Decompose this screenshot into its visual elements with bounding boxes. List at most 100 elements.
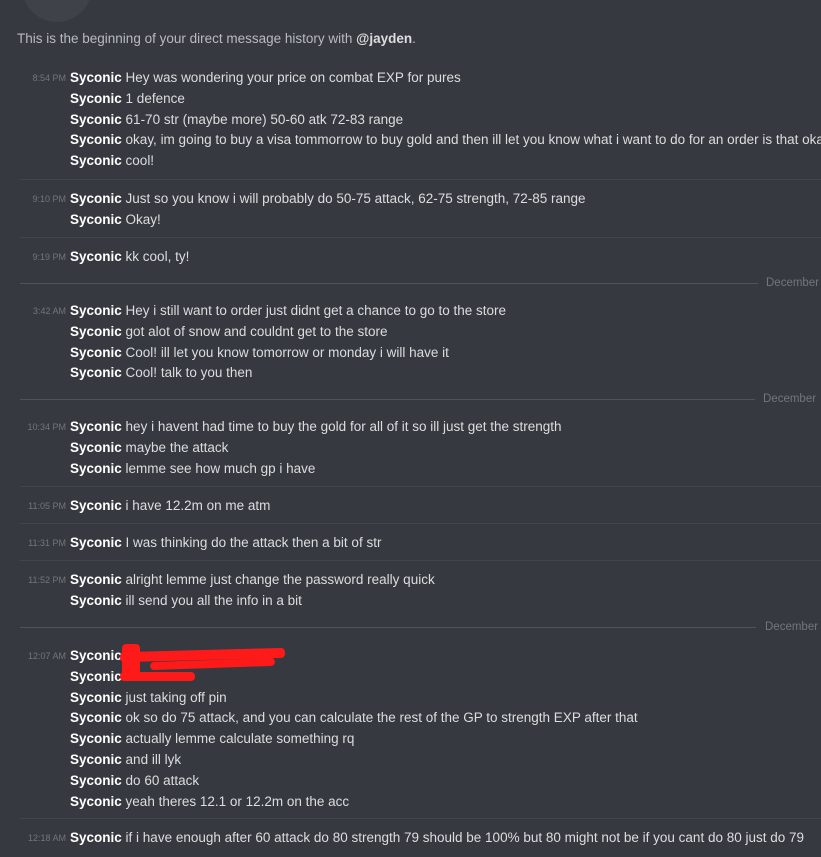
- message-line: Syconic lemme see how much gp i have: [70, 460, 315, 478]
- message-author[interactable]: Syconic: [70, 132, 122, 147]
- message-timestamp: 3:42 AM: [32, 306, 66, 316]
- message-author[interactable]: Syconic: [70, 91, 122, 106]
- message-author[interactable]: Syconic: [70, 440, 122, 455]
- message-author[interactable]: Syconic: [70, 461, 122, 476]
- message-author[interactable]: Syconic: [70, 153, 122, 168]
- message-line: Syconic 1 defence: [70, 90, 185, 108]
- message-line: Syconic alright lemme just change the pa…: [70, 571, 435, 589]
- message-line: Syconic Hey i still want to order just d…: [70, 302, 506, 320]
- message-author[interactable]: Syconic: [70, 70, 122, 85]
- message-author[interactable]: Syconic: [70, 830, 122, 845]
- message-author[interactable]: Syconic: [70, 773, 122, 788]
- message-line: Syconic okay, im going to buy a visa tom…: [70, 131, 821, 149]
- message-group-divider: [20, 486, 821, 487]
- message-timestamp: 10:34 PM: [27, 422, 66, 432]
- message-line: Syconic got alot of snow and couldnt get…: [70, 323, 387, 341]
- message-text: ok so do 75 attack, and you can calculat…: [125, 710, 638, 726]
- message-line: Syconic hey i havent had time to buy the…: [70, 418, 562, 436]
- message-text: Just so you know i will probably do 50-7…: [125, 191, 586, 206]
- message-text: hey i havent had time to buy the gold fo…: [125, 419, 562, 434]
- message-timestamp: 12:18 AM: [27, 833, 66, 843]
- message-timestamp: 11:05 PM: [28, 501, 66, 511]
- conversation-intro: This is the beginning of your direct mes…: [17, 31, 416, 46]
- message-text: cool!: [125, 153, 155, 169]
- message-author[interactable]: Syconic: [70, 669, 122, 684]
- redaction-mark: [120, 672, 195, 681]
- mentioned-user: @jayden: [356, 31, 413, 46]
- message-group-divider: [20, 818, 821, 819]
- date-divider: December: [0, 277, 821, 289]
- message-line: Syconic if i have enough after 60 attack…: [70, 829, 804, 847]
- message-author[interactable]: Syconic: [70, 752, 122, 767]
- date-divider: December: [0, 621, 821, 633]
- message-line: Syconic ill send you all the info in a b…: [70, 592, 302, 610]
- message-line: Syconic just taking off pin: [70, 689, 227, 707]
- message-author[interactable]: Syconic: [70, 112, 122, 127]
- message-line: Syconic kk cool, ty!: [70, 248, 189, 266]
- message-author[interactable]: Syconic: [70, 191, 122, 206]
- date-divider-label: December: [765, 621, 819, 633]
- message-text: do 60 attack: [125, 772, 200, 788]
- date-divider: December: [0, 393, 821, 405]
- message-line: Syconic Cool! ill let you know tomorrow …: [70, 344, 449, 362]
- message-line: Syconic maybe the attack: [70, 439, 228, 457]
- message-author[interactable]: Syconic: [70, 324, 122, 339]
- message-line: Syconic Okay!: [70, 211, 161, 229]
- message-text: Cool! talk to you then: [125, 365, 253, 381]
- message-line: Syconic i have 12.2m on me atm: [70, 497, 270, 515]
- message-author[interactable]: Syconic: [70, 419, 122, 434]
- message-text: yeah theres 12.1 or 12.2m on the acc: [125, 793, 350, 809]
- message-author[interactable]: Syconic: [70, 710, 122, 725]
- message-text: maybe the attack: [125, 439, 229, 455]
- message-author[interactable]: Syconic: [70, 572, 122, 587]
- message-line: Syconic I was thinking do the attack the…: [70, 534, 381, 552]
- message-text: Hey was wondering your price on combat E…: [125, 70, 461, 85]
- message-timestamp: 12:07 AM: [27, 651, 66, 661]
- message-author[interactable]: Syconic: [70, 212, 122, 227]
- message-line: Syconic cool!: [70, 152, 154, 170]
- message-author[interactable]: Syconic: [70, 249, 122, 264]
- message-author[interactable]: Syconic: [70, 535, 122, 550]
- message-text: Cool! ill let you know tomorrow or monda…: [125, 344, 449, 360]
- message-text: lemme see how much gp i have: [125, 460, 316, 476]
- message-author[interactable]: Syconic: [70, 303, 122, 318]
- message-author[interactable]: Syconic: [70, 690, 122, 705]
- message-timestamp: 9:10 PM: [32, 194, 66, 204]
- date-divider-label: December: [766, 277, 820, 289]
- message-text: okay, im going to buy a visa tommorrow t…: [125, 132, 821, 148]
- message-text: Okay!: [125, 211, 161, 227]
- message-author[interactable]: Syconic: [70, 498, 122, 513]
- message-author[interactable]: Syconic: [70, 731, 122, 746]
- date-divider-line: [20, 627, 756, 628]
- message-text: 61-70 str (maybe more) 50-60 atk 72-83 r…: [125, 111, 404, 127]
- message-author[interactable]: Syconic: [70, 794, 122, 809]
- message-line: Syconic 61-70 str (maybe more) 50-60 atk…: [70, 111, 403, 129]
- message-group-divider: [20, 237, 821, 238]
- message-line: Syconic Hey was wondering your price on …: [70, 69, 461, 87]
- message-group-divider: [20, 179, 821, 180]
- message-line: Syconic actually lemme calculate somethi…: [70, 730, 354, 748]
- message-group-divider: [20, 523, 821, 524]
- message-text: kk cool, ty!: [125, 249, 190, 264]
- message-author[interactable]: Syconic: [70, 365, 122, 380]
- message-text: i have 12.2m on me atm: [125, 498, 271, 513]
- avatar: [22, 0, 92, 22]
- message-text: if i have enough after 60 attack do 80 s…: [125, 830, 805, 845]
- message-author[interactable]: Syconic: [70, 345, 122, 360]
- message-line: Syconic yeah theres 12.1 or 12.2m on the…: [70, 793, 349, 811]
- message-timestamp: 11:31 PM: [28, 538, 66, 548]
- message-group-divider: [20, 560, 821, 561]
- date-divider-line: [20, 399, 755, 400]
- date-divider-label: December: [763, 393, 817, 405]
- message-text: ill send you all the info in a bit: [125, 592, 302, 608]
- message-line: Syconic ok so do 75 attack, and you can …: [70, 709, 638, 727]
- message-text: actually lemme calculate something rq: [125, 731, 355, 747]
- message-timestamp: 9:19 PM: [32, 252, 66, 262]
- message-author[interactable]: Syconic: [70, 593, 122, 608]
- message-text: 1 defence: [125, 90, 185, 106]
- message-text: alright lemme just change the password r…: [125, 572, 435, 587]
- message-line: Syconic Just so you know i will probably…: [70, 190, 586, 208]
- message-author[interactable]: Syconic: [70, 648, 122, 663]
- message-text: and ill lyk: [125, 752, 182, 767]
- message-line: Syconic: [70, 647, 122, 665]
